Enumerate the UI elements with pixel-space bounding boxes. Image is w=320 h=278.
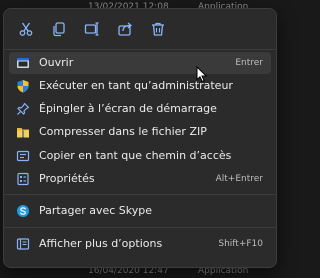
shield-icon	[17, 80, 29, 93]
menu-item-label: Copier en tant que chemin d’accès	[39, 149, 232, 162]
menu-item-label: Partager avec Skype	[39, 204, 153, 217]
copy-path-icon	[16, 150, 30, 162]
zip-icon	[17, 128, 29, 138]
share-icon	[118, 22, 133, 36]
menu-item-label: Propriétés	[39, 172, 95, 185]
context-menu-toolbar	[4, 9, 276, 49]
menu-item-copy-as-path[interactable]: Copier en tant que chemin d’accès	[9, 145, 271, 167]
properties-icon	[17, 172, 29, 186]
copy-icon	[53, 22, 65, 37]
delete-button[interactable]	[145, 16, 171, 42]
menu-item-share-skype[interactable]: Partager avec Skype	[9, 200, 271, 222]
window-icon	[17, 58, 29, 68]
menu-item-pin-to-start[interactable]: Épingler à l’écran de démarrage	[9, 98, 271, 120]
menu-item-label: Afficher plus d’options	[39, 237, 163, 250]
rename-button[interactable]	[79, 16, 105, 42]
menu-separator	[4, 227, 276, 228]
menu-item-label: Compresser dans le fichier ZIP	[39, 125, 207, 138]
menu-separator	[4, 194, 276, 195]
menu-item-shortcut: Alt+Entrer	[215, 174, 263, 184]
menu-item-compress-zip[interactable]: Compresser dans le fichier ZIP	[9, 121, 271, 143]
pin-icon	[17, 102, 30, 115]
share-button[interactable]	[112, 16, 138, 42]
context-menu: Ouvrir Entrer Exécuter en tant qu’admini…	[3, 8, 277, 268]
more-options-icon	[16, 238, 30, 250]
menu-item-shortcut: Shift+F10	[218, 239, 263, 249]
menu-item-label: Épingler à l’écran de démarrage	[39, 102, 217, 115]
menu-item-run-as-admin[interactable]: Exécuter en tant qu’administrateur	[9, 75, 271, 97]
menu-item-show-more-options[interactable]: Afficher plus d’options Shift+F10	[9, 233, 271, 255]
skype-icon	[17, 205, 29, 217]
mouse-cursor-icon	[196, 66, 208, 83]
delete-icon	[152, 22, 164, 36]
menu-item-properties[interactable]: Propriétés Alt+Entrer	[9, 168, 271, 190]
copy-button[interactable]	[46, 16, 72, 42]
menu-item-label: Ouvrir	[39, 56, 74, 69]
menu-separator	[4, 49, 276, 50]
cut-icon	[19, 22, 33, 36]
cut-button[interactable]	[13, 16, 39, 42]
rename-icon	[84, 22, 99, 36]
menu-item-shortcut: Entrer	[235, 58, 263, 68]
menu-item-open[interactable]: Ouvrir Entrer	[9, 52, 271, 74]
